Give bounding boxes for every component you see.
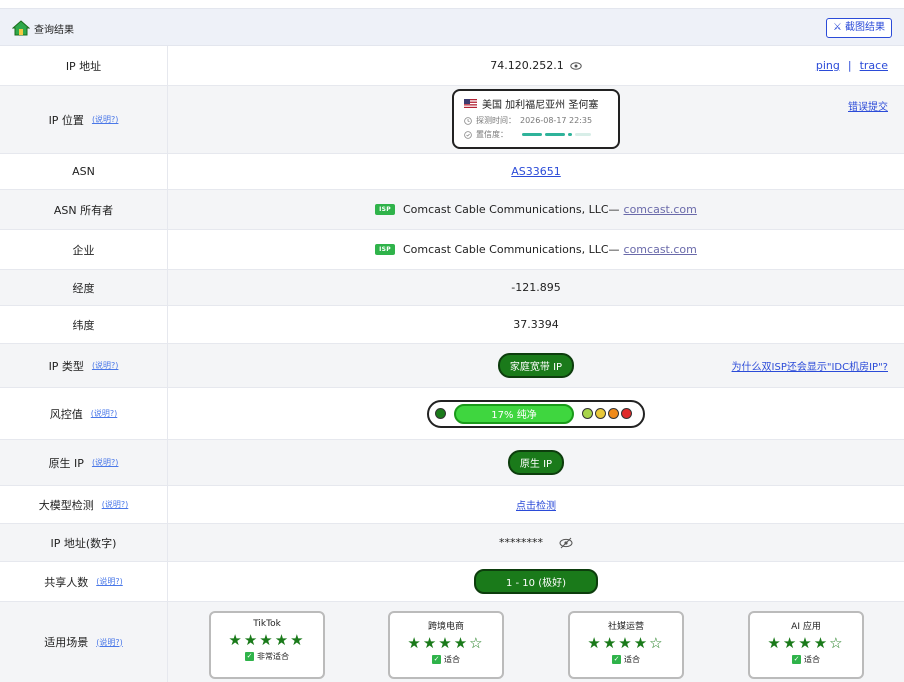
rating-stars: ★★★★★ [228, 631, 306, 649]
shared-users-badge: 1 - 10 (极好) [474, 569, 598, 594]
check-icon: ✓ [432, 655, 441, 664]
row-shared-users: 共享人数 (说明?) 1 - 10 (极好) [0, 562, 904, 602]
check-icon: ✓ [792, 655, 801, 664]
trace-link[interactable]: trace [860, 59, 888, 72]
ip-value: 74.120.252.1 [490, 59, 564, 72]
help-link[interactable]: (说明?) [91, 408, 118, 419]
clock-icon [464, 116, 472, 125]
company-name: Comcast Cable Communications, LLC [402, 243, 609, 256]
risk-bar: 17% 纯净 [454, 403, 574, 424]
row-asn-owner: ASN 所有者 ISP Comcast Cable Communications… [0, 190, 904, 230]
domain-link[interactable]: comcast.com [624, 203, 697, 216]
eye-off-icon[interactable] [559, 537, 573, 549]
help-link[interactable]: (说明?) [92, 457, 119, 468]
longitude-value: -121.895 [511, 281, 561, 294]
check-icon: ✓ [245, 652, 254, 661]
risk-dot [582, 408, 593, 419]
scene-card-social: 社媒运营 ★★★★☆ ✓ 适合 [568, 611, 684, 679]
eye-icon[interactable] [570, 61, 582, 70]
domain-link[interactable]: comcast.com [624, 243, 697, 256]
row-native-ip: 原生 IP (说明?) 原生 IP [0, 440, 904, 486]
isp-badge: ISP [375, 204, 395, 215]
location-text: 美国 加利福尼亚州 圣何塞 [482, 100, 599, 111]
row-ip-type: IP 类型 (说明?) 家庭宽带 IP 为什么双ISP还会显示"IDC机房IP"… [0, 344, 904, 388]
asn-link[interactable]: AS33651 [511, 165, 561, 178]
home-icon [12, 20, 30, 36]
ping-link[interactable]: ping [816, 59, 840, 72]
latitude-value: 37.3394 [513, 318, 559, 331]
query-result-panel: 查询结果 ⚔ 截图结果 IP 地址 74.120.252.1 ping | tr… [0, 0, 904, 682]
help-link[interactable]: (说明?) [96, 637, 123, 648]
row-risk-score: 风控值 (说明?) 17% 纯净 [0, 388, 904, 440]
row-ip-numeric: IP 地址(数字) ******** [0, 524, 904, 562]
row-ip-address: IP 地址 74.120.252.1 ping | trace [0, 46, 904, 86]
row-llm-check: 大模型检测 (说明?) 点击检测 [0, 486, 904, 524]
rating-stars: ★★★★☆ [767, 634, 845, 652]
ip-type-badge: 家庭宽带 IP [497, 353, 575, 378]
ip-numeric-value: ******** [499, 536, 543, 549]
rating-stars: ★★★★☆ [587, 634, 665, 652]
idc-explain-link[interactable]: 为什么双ISP还会显示"IDC机房IP"? [732, 358, 888, 373]
scene-card-ai: AI 应用 ★★★★☆ ✓ 适合 [748, 611, 864, 679]
llm-check-link[interactable]: 点击检测 [516, 497, 556, 512]
separator: | [847, 59, 852, 72]
location-card: 美国 加利福尼亚州 圣何塞 探测时间： 2026-08-17 22:35 置信度… [452, 89, 620, 149]
help-link[interactable]: (说明?) [102, 499, 129, 510]
help-link[interactable]: (说明?) [92, 360, 119, 371]
result-title: 查询结果 [34, 25, 74, 36]
check-icon: ✓ [612, 655, 621, 664]
risk-dot-low [435, 408, 446, 419]
help-link[interactable]: (说明?) [92, 114, 119, 125]
shield-check-icon [464, 130, 472, 139]
row-longitude: 经度 -121.895 [0, 270, 904, 306]
risk-dot [608, 408, 619, 419]
row-latitude: 纬度 37.3394 [0, 306, 904, 344]
scene-card-tiktok: TikTok ★★★★★ ✓ 非常适合 [209, 611, 325, 679]
confidence-bar [522, 133, 594, 136]
probe-time: 2026-08-17 22:35 [520, 116, 593, 125]
risk-dot [595, 408, 606, 419]
risk-meter: 17% 纯净 [427, 399, 645, 428]
risk-dot-high [621, 408, 632, 419]
screenshot-button[interactable]: ⚔ 截图结果 [825, 18, 892, 38]
row-asn: ASN AS33651 [0, 154, 904, 190]
native-ip-badge: 原生 IP [507, 450, 565, 475]
probe-time-label: 探测时间： [476, 116, 516, 125]
isp-badge: ISP [375, 244, 395, 255]
rating-stars: ★★★★☆ [407, 634, 485, 652]
asn-owner-name: Comcast Cable Communications, LLC [402, 203, 609, 216]
row-label: IP 地址 [0, 46, 168, 85]
risk-value: 17% 纯净 [491, 410, 537, 421]
report-error-link[interactable]: 错误提交 [848, 98, 888, 113]
scene-card-ecommerce: 跨境电商 ★★★★☆ ✓ 适合 [388, 611, 504, 679]
us-flag-icon [464, 99, 477, 108]
confidence-label: 置信度： [476, 130, 508, 139]
result-header: 查询结果 ⚔ 截图结果 [0, 8, 904, 46]
help-link[interactable]: (说明?) [96, 576, 123, 587]
row-company: 企业 ISP Comcast Cable Communications, LLC… [0, 230, 904, 270]
